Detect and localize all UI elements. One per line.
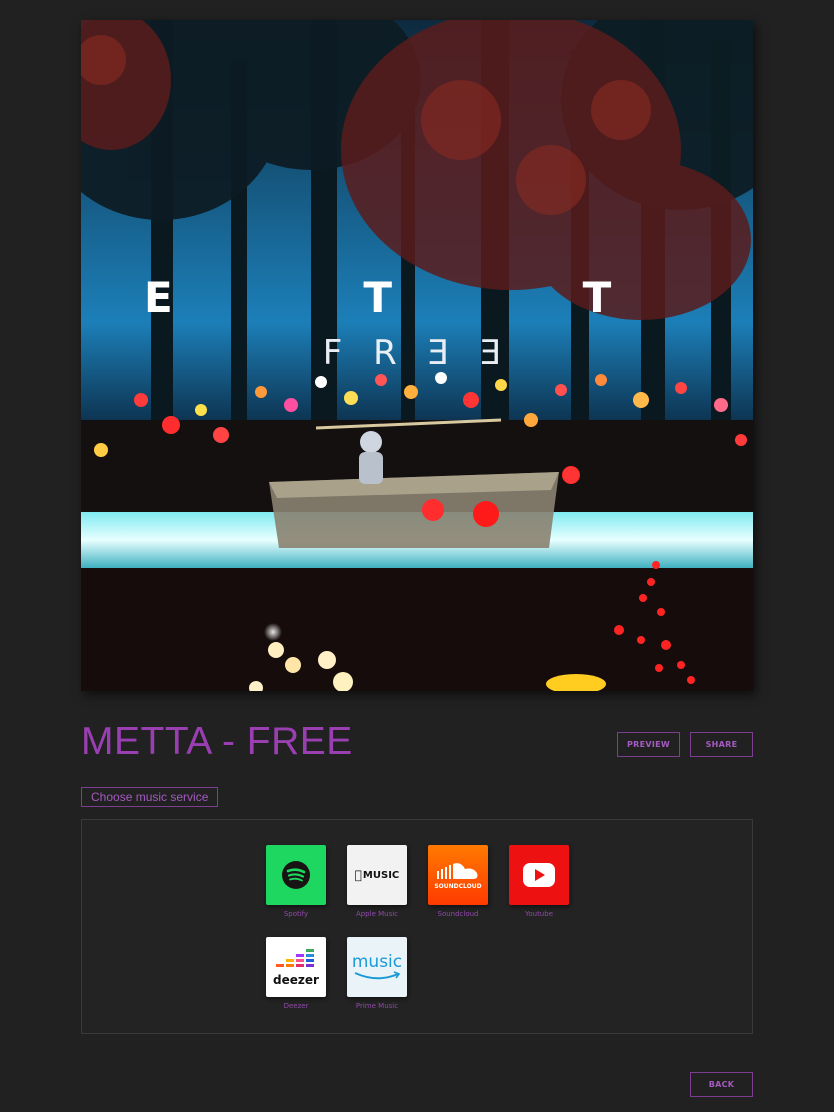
service-spotify[interactable]: Spotify — [266, 845, 326, 918]
prime-music-text: music — [351, 951, 403, 972]
service-prime-music[interactable]: music Prime Music — [347, 937, 407, 1010]
share-button[interactable]: SHARE — [690, 732, 753, 757]
cover-title-text: F R Ǝ Ǝ — [323, 333, 512, 373]
track-title: METTA - FREE — [81, 720, 353, 763]
service-label: Apple Music — [355, 910, 399, 918]
service-label: Youtube — [525, 910, 553, 918]
deezer-icon: deezer — [266, 937, 326, 997]
service-label: Soundcloud — [437, 910, 479, 918]
soundcloud-icon: SOUNDCLOUD — [428, 845, 488, 905]
soundcloud-text: SOUNDCLOUD — [434, 882, 482, 890]
spotify-icon — [266, 845, 326, 905]
service-youtube[interactable]: Youtube — [509, 845, 569, 918]
back-button[interactable]: BACK — [690, 1072, 753, 1097]
services-panel: Spotify  MUSIC Apple Music SOUNDCLOUD S… — [81, 819, 753, 1034]
deezer-text: deezer — [273, 972, 319, 987]
cover-artist-text: M E T T A — [81, 273, 753, 322]
youtube-icon — [509, 845, 569, 905]
service-deezer[interactable]: deezer Deezer — [266, 937, 326, 1010]
amazon-music-icon: music — [347, 937, 407, 997]
service-label: Spotify — [283, 910, 309, 918]
preview-button[interactable]: PREVIEW — [617, 732, 680, 757]
service-label: Prime Music — [355, 1002, 399, 1010]
apple-music-text: MUSIC — [359, 869, 399, 881]
apple-music-icon:  MUSIC — [347, 845, 407, 905]
service-apple-music[interactable]:  MUSIC Apple Music — [347, 845, 407, 918]
album-cover: M E T T A F R Ǝ Ǝ — [81, 20, 753, 691]
service-label: Deezer — [283, 1002, 309, 1010]
service-soundcloud[interactable]: SOUNDCLOUD Soundcloud — [428, 845, 488, 918]
choose-service-label: Choose music service — [81, 787, 219, 807]
